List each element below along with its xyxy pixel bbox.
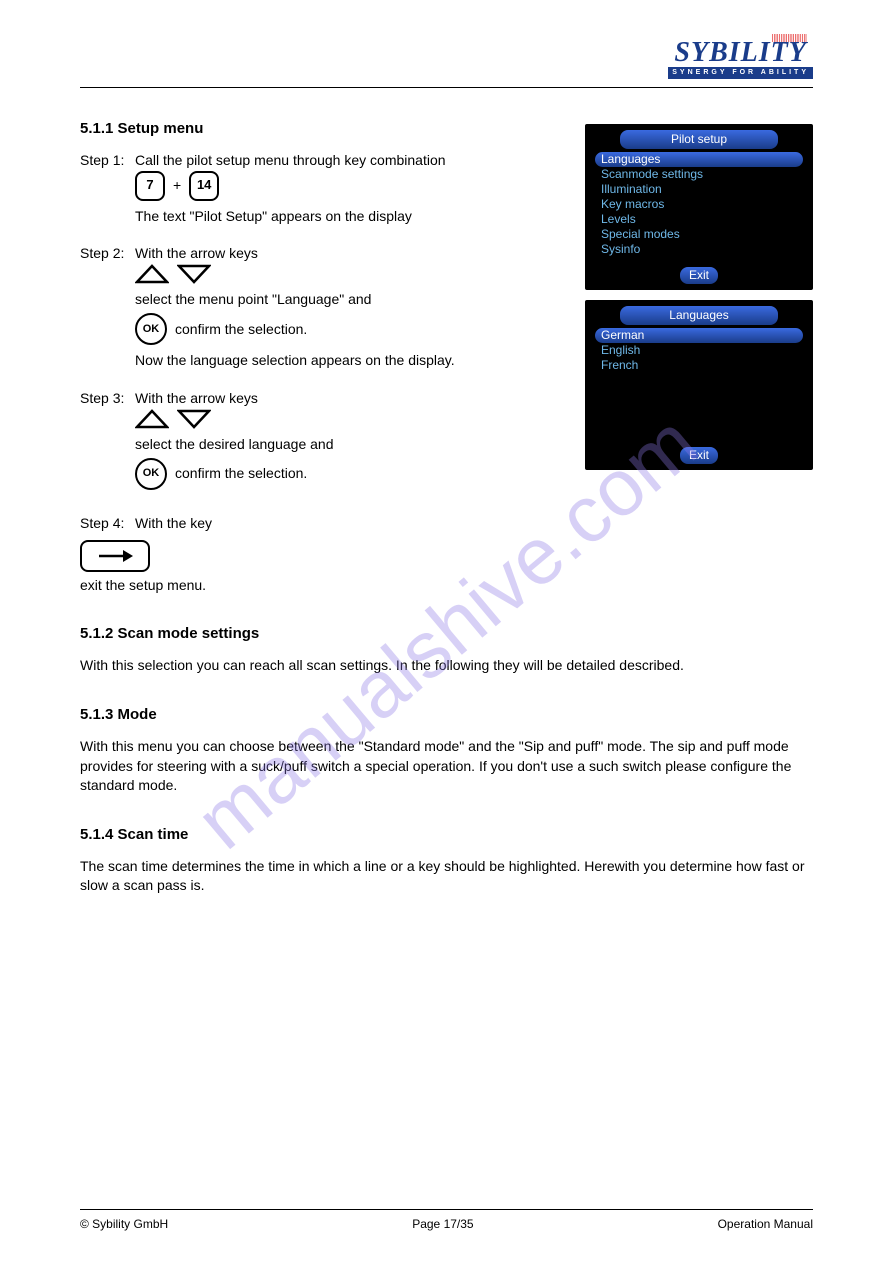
step3-text3: confirm the selection. [175,464,307,484]
arrow-down-icon [177,409,211,429]
footer-right: Operation Manual [718,1216,813,1233]
step2-text3: confirm the selection. [175,320,307,340]
step1-text2: The text "Pilot Setup" appears on the di… [135,207,563,227]
scan-time-text: The scan time determines the time in whi… [80,857,813,896]
brand-tagline: SYNERGY FOR ABILITY [668,67,813,79]
footer-center: Page 17/35 [412,1216,473,1233]
page-header: SYBILITY SYNERGY FOR ABILITY [80,40,813,88]
heading-setup-menu: 5.1.1 Setup menu [80,118,813,139]
brand-name: SYBILITY [674,40,806,65]
footer-left: © Sybility GmbH [80,1216,168,1233]
step2-text1: With the arrow keys [135,244,563,264]
step2-text4: Now the language selection appears on th… [135,351,563,371]
heading-scan-time: 5.1.4 Scan time [80,824,813,845]
page-footer: © Sybility GmbH Page 17/35 Operation Man… [80,1209,813,1233]
exit-arrow-key-icon [80,540,150,572]
step4-text2: exit the setup menu. [80,576,813,596]
heading-mode: 5.1.3 Mode [80,704,813,725]
step2-label: Step 2: [80,244,135,264]
ok-button-icon: OK [135,313,167,345]
key-14-icon: 14 [189,171,219,201]
step1-text1: Call the pilot setup menu through key co… [135,151,563,171]
step2-text2: select the menu point "Language" and [135,290,563,310]
step1-label: Step 1: [80,151,135,171]
arrow-down-icon [177,264,211,284]
scan-mode-text: With this selection you can reach all sc… [80,656,813,676]
step3-text2: select the desired language and [135,435,563,455]
mode-text: With this menu you can choose between th… [80,737,813,796]
arrow-up-icon [135,409,169,429]
brand-logo: SYBILITY SYNERGY FOR ABILITY [668,40,813,79]
step4-text1: With the key [135,514,563,534]
ok-button-icon: OK [135,458,167,490]
step4-label: Step 4: [80,514,135,534]
arrow-up-icon [135,264,169,284]
step3-text1: With the arrow keys [135,389,563,409]
heading-scan-mode: 5.1.2 Scan mode settings [80,623,813,644]
key-7-icon: 7 [135,171,165,201]
step3-label: Step 3: [80,389,135,409]
